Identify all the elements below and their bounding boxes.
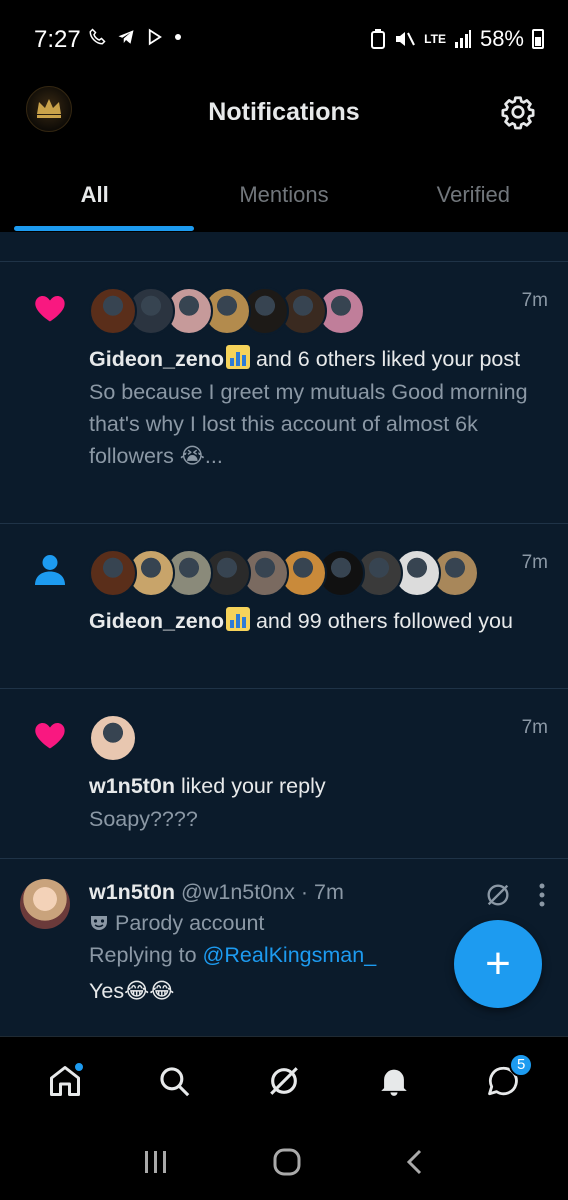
- tab-mentions[interactable]: Mentions: [189, 154, 378, 232]
- avatar[interactable]: [89, 714, 137, 762]
- tab-all[interactable]: All: [0, 154, 189, 232]
- avatar-stack: [89, 713, 544, 763]
- nav-notifications[interactable]: [370, 1057, 418, 1105]
- tweet-header: w1n5t0n @w1n5t0nx · 7m: [89, 877, 548, 907]
- notification-text: w1n5t0n liked your reply: [89, 771, 544, 801]
- partial-notification-row: [0, 232, 568, 262]
- author-name[interactable]: w1n5t0n: [89, 880, 175, 904]
- notification-time: 7m: [521, 290, 548, 311]
- nav-search[interactable]: [150, 1057, 198, 1105]
- compose-button[interactable]: +: [454, 920, 542, 1008]
- tab-verified[interactable]: Verified: [379, 154, 568, 232]
- bar-chart-emoji-icon: [225, 345, 250, 369]
- notification-time: 7m: [521, 552, 548, 573]
- compose-plus: +: [485, 939, 511, 988]
- nav-home[interactable]: [41, 1057, 89, 1105]
- heart-icon: [35, 723, 65, 749]
- notification-like[interactable]: 7m w1n5t0n liked your reply Soapy????: [0, 689, 568, 859]
- bell-icon: [380, 1069, 407, 1096]
- phone-icon: [89, 28, 106, 45]
- notification-time: 7m: [521, 717, 548, 738]
- recent-apps-icon[interactable]: [141, 1149, 171, 1175]
- notification-text: Gideon_zeno and 99 others followed you: [89, 606, 544, 636]
- settings-button[interactable]: [500, 94, 536, 130]
- nav-messages[interactable]: 5: [479, 1052, 534, 1105]
- dot-icon: [175, 34, 181, 40]
- avatar-stack: [89, 286, 544, 336]
- actor-name[interactable]: w1n5t0n: [89, 774, 175, 798]
- grok-icon[interactable]: [484, 881, 512, 909]
- avatar[interactable]: [89, 287, 137, 335]
- telegram-icon: [118, 30, 134, 44]
- bar-chart-emoji-icon: [225, 607, 250, 631]
- grok-icon: [270, 1066, 298, 1095]
- avatar[interactable]: [20, 879, 70, 929]
- gear-icon: [501, 96, 535, 130]
- play-icon: [148, 28, 162, 46]
- status-system-icons: LTE 58%: [370, 26, 544, 52]
- page-title: Notifications: [208, 98, 360, 126]
- notification-text: Gideon_zeno and 6 others liked your post: [89, 344, 544, 374]
- nav-grok[interactable]: [260, 1057, 308, 1105]
- notification-preview: So because I greet my mutuals Good morni…: [89, 380, 528, 468]
- tweet-actions: [484, 881, 546, 909]
- actor-name[interactable]: Gideon_zeno: [89, 609, 224, 633]
- mention-link[interactable]: @RealKingsman_: [203, 943, 377, 967]
- notification-preview: Soapy????: [89, 807, 198, 831]
- status-bar: 7:27 LTE 58%: [0, 0, 568, 76]
- system-navigation-bar: [0, 1124, 568, 1200]
- notification-follow[interactable]: 7m Gideon_zeno and 99 others followed yo…: [0, 524, 568, 689]
- bottom-navigation: 5: [0, 1036, 568, 1124]
- network-type: LTE: [424, 32, 446, 46]
- battery-saver-icon: [371, 29, 386, 49]
- avatar-stack: [89, 548, 544, 598]
- notification-rest: and 99 others followed you: [249, 609, 513, 633]
- battery-percent: 58%: [479, 26, 524, 51]
- battery-icon: [532, 29, 544, 49]
- more-options-icon[interactable]: [538, 882, 546, 908]
- status-notification-icons: [88, 28, 182, 46]
- notification-rest: and 6 others liked your post: [249, 347, 521, 371]
- avatar[interactable]: [89, 549, 137, 597]
- signal-icon: [454, 30, 471, 48]
- person-icon: [35, 555, 65, 585]
- status-time: 7:27: [34, 26, 81, 53]
- messages-badge: 5: [509, 1052, 534, 1077]
- replying-to-prefix: Replying to: [89, 943, 203, 967]
- notification-rest: liked your reply: [175, 774, 326, 798]
- app-header: Notifications: [0, 76, 568, 154]
- home-circle-icon[interactable]: [272, 1147, 302, 1177]
- author-handle: @w1n5t0nx · 7m: [181, 880, 344, 904]
- home-new-dot: [72, 1060, 85, 1073]
- notification-like[interactable]: 7m Gideon_zeno and 6 others liked your p…: [0, 262, 568, 524]
- mask-icon: [91, 916, 107, 930]
- active-tab-indicator: [14, 226, 194, 231]
- notification-tabs: All Mentions Verified: [0, 154, 568, 232]
- parody-label-text: Parody account: [115, 911, 265, 935]
- mute-icon: [396, 32, 416, 46]
- heart-icon: [35, 296, 65, 322]
- notifications-feed[interactable]: 7m Gideon_zeno and 6 others liked your p…: [0, 232, 568, 1036]
- actor-name[interactable]: Gideon_zeno: [89, 347, 224, 371]
- search-icon: [160, 1066, 190, 1096]
- back-icon[interactable]: [403, 1148, 427, 1176]
